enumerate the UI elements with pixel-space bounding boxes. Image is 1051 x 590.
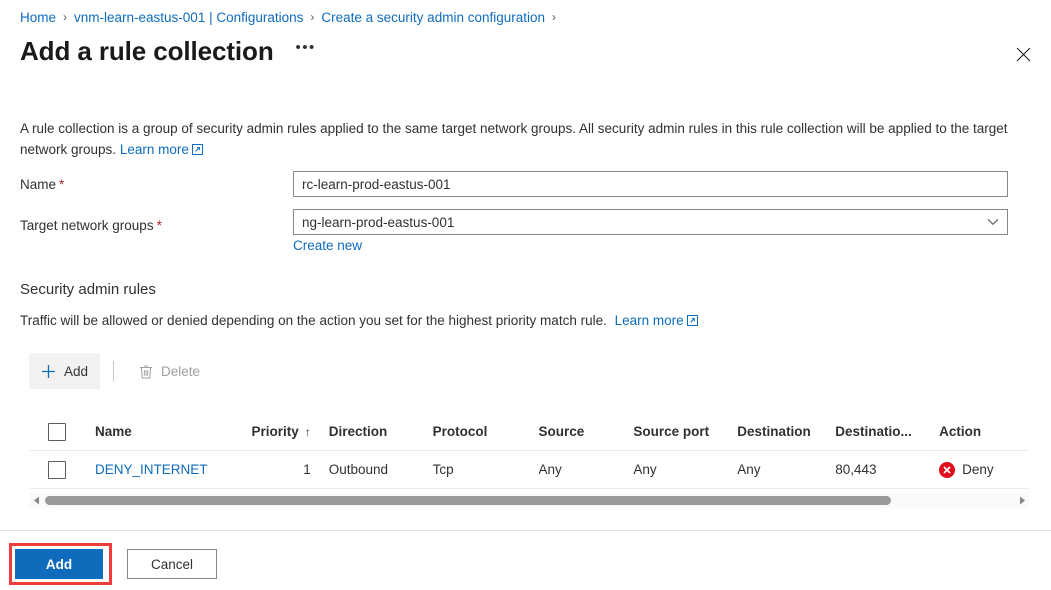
cell-destination-port: 80,443 xyxy=(835,462,877,477)
target-network-groups-label: Target network groups xyxy=(20,217,154,233)
more-options-button[interactable]: ••• xyxy=(293,38,319,64)
row-select-cell xyxy=(29,460,95,479)
cancel-button[interactable]: Cancel xyxy=(127,549,217,579)
column-header-source-port[interactable]: Source port xyxy=(633,424,737,439)
scroll-right-arrow-icon[interactable] xyxy=(1015,493,1029,508)
scrollbar-thumb[interactable] xyxy=(45,496,891,505)
column-header-destination[interactable]: Destination xyxy=(737,424,835,439)
column-header-priority[interactable]: Priority ↑ xyxy=(226,424,329,439)
table-row[interactable]: DENY_INTERNET 1 Outbound Tcp Any Any Any… xyxy=(29,451,1029,489)
scrollbar-track[interactable] xyxy=(43,493,1015,508)
breadcrumb-item-create-security-admin-configuration[interactable]: Create a security admin configuration xyxy=(321,10,545,25)
column-header-action[interactable]: Action xyxy=(939,424,1029,439)
description-text: A rule collection is a group of security… xyxy=(20,118,1015,161)
security-admin-rules-subtext-body: Traffic will be allowed or denied depend… xyxy=(20,313,607,328)
cell-protocol: Tcp xyxy=(432,462,454,477)
column-header-direction[interactable]: Direction xyxy=(329,424,433,439)
target-network-groups-required-marker: * xyxy=(156,217,162,233)
row-checkbox[interactable] xyxy=(48,460,66,479)
breadcrumb-separator-icon: › xyxy=(310,10,315,24)
action-label: Deny xyxy=(962,462,994,477)
external-link-icon xyxy=(191,140,203,161)
external-link-icon xyxy=(686,314,698,329)
scroll-left-arrow-icon[interactable] xyxy=(29,493,43,508)
name-label: Name xyxy=(20,176,57,192)
breadcrumb-separator-icon: › xyxy=(552,10,557,24)
cell-direction: Outbound xyxy=(328,462,389,477)
breadcrumb-item-home[interactable]: Home xyxy=(20,10,56,25)
cell-name: DENY_INTERNET xyxy=(95,462,226,477)
rule-name-link[interactable]: DENY_INTERNET xyxy=(95,462,208,477)
security-admin-rules-heading: Security admin rules xyxy=(20,281,156,298)
title-row: Add a rule collection ••• xyxy=(20,34,319,68)
security-admin-rules-subtext: Traffic will be allowed or denied depend… xyxy=(20,313,698,329)
rules-table: Name Priority ↑ Direction Protocol Source… xyxy=(29,413,1029,489)
sort-ascending-icon: ↑ xyxy=(304,425,311,439)
column-header-name[interactable]: Name xyxy=(95,424,226,439)
delete-rule-label: Delete xyxy=(161,363,201,379)
table-header-row: Name Priority ↑ Direction Protocol Source… xyxy=(29,413,1029,451)
name-input[interactable] xyxy=(293,171,1008,197)
cell-action: Deny xyxy=(939,461,1029,478)
name-field-label-row: Name * xyxy=(20,172,64,196)
target-network-groups-value: ng-learn-prod-eastus-001 xyxy=(302,214,455,230)
breadcrumb-item-configurations[interactable]: vnm-learn-eastus-001 | Configurations xyxy=(74,10,303,25)
cell-destination: Any xyxy=(737,462,761,477)
trash-icon xyxy=(139,364,153,379)
rules-toolbar: Add Delete xyxy=(29,353,212,389)
rules-learn-more-link[interactable]: Learn more xyxy=(615,313,698,328)
deny-circle-x-icon xyxy=(939,461,956,478)
select-all-header-cell xyxy=(29,422,95,441)
column-header-protocol[interactable]: Protocol xyxy=(433,424,539,439)
column-header-source[interactable]: Source xyxy=(539,424,634,439)
plus-icon xyxy=(41,364,56,379)
cell-priority: 1 xyxy=(303,462,311,477)
table-horizontal-scrollbar[interactable] xyxy=(29,493,1029,508)
name-required-marker: * xyxy=(59,176,65,192)
page-title: Add a rule collection xyxy=(20,36,274,66)
target-network-groups-dropdown[interactable]: ng-learn-prod-eastus-001 xyxy=(293,209,1008,235)
delete-rule-button[interactable]: Delete xyxy=(127,353,212,389)
create-new-network-group-link[interactable]: Create new xyxy=(293,238,362,253)
target-network-groups-label-row: Target network groups * xyxy=(20,213,162,237)
footer-divider xyxy=(0,530,1051,531)
close-button[interactable] xyxy=(1009,40,1037,68)
add-button[interactable]: Add xyxy=(15,549,103,579)
cell-source-port: Any xyxy=(633,462,657,477)
toolbar-divider xyxy=(113,361,115,381)
add-rule-button[interactable]: Add xyxy=(29,353,101,389)
breadcrumb-separator-icon: › xyxy=(63,10,68,24)
footer-actions: Add Cancel xyxy=(15,549,217,579)
cell-source: Any xyxy=(538,462,562,477)
chevron-down-icon xyxy=(979,218,1007,226)
add-rule-label: Add xyxy=(64,363,89,379)
select-all-checkbox[interactable] xyxy=(48,422,66,441)
breadcrumb: Home › vnm-learn-eastus-001 | Configurat… xyxy=(20,7,563,27)
description-learn-more-link[interactable]: Learn more xyxy=(120,142,203,157)
column-header-destination-port[interactable]: Destinatio... xyxy=(835,424,939,439)
